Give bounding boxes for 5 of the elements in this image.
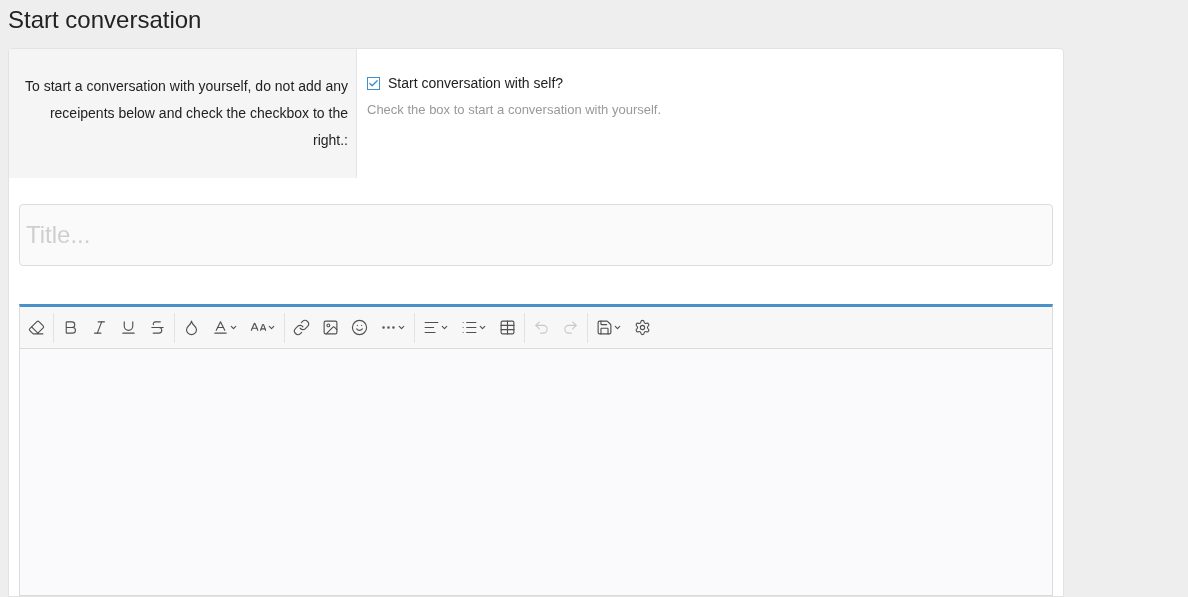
page-title: Start conversation (7, 5, 203, 35)
self-checkbox[interactable] (367, 77, 380, 90)
instruction-text: To start a conversation with yourself, do not add any receipents below and check the checkbox to the right.: (24, 77, 348, 150)
checkbox-label: Start conversation with self? (388, 74, 564, 93)
checkbox-hint: Check the box to start a conversation with yourself. (367, 101, 662, 119)
